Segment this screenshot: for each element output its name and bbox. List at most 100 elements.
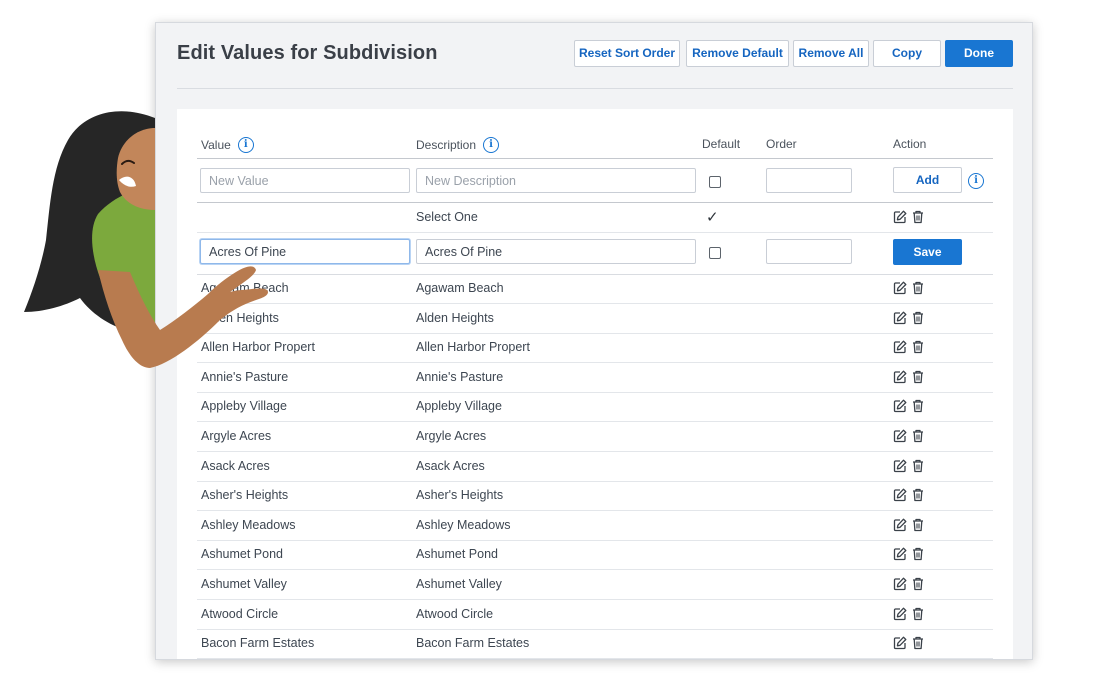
row-actions — [893, 370, 924, 384]
row-value: Agawam Beach — [201, 281, 289, 295]
trash-icon[interactable] — [912, 281, 924, 295]
row-actions — [893, 210, 924, 224]
column-header-order-label: Order — [766, 137, 797, 151]
row-actions — [893, 518, 924, 532]
column-header-default-label: Default — [702, 137, 741, 151]
trash-icon[interactable] — [912, 459, 924, 473]
row-description: Annie's Pasture — [416, 369, 504, 384]
edit-value-input[interactable] — [200, 239, 410, 264]
eye — [121, 159, 135, 165]
trash-icon[interactable] — [912, 399, 924, 413]
row-description: Alden Heights — [416, 310, 494, 325]
new-description-input[interactable] — [416, 168, 696, 193]
smile — [119, 176, 136, 187]
remove-all-button[interactable]: Remove All — [793, 40, 869, 67]
edit-icon[interactable] — [893, 518, 907, 532]
trash-icon[interactable] — [912, 577, 924, 591]
trash-icon[interactable] — [912, 488, 924, 502]
edit-icon[interactable] — [893, 340, 907, 354]
trash-icon[interactable] — [912, 518, 924, 532]
trash-icon[interactable] — [912, 636, 924, 650]
table-row: Argyle Acres Argyle Acres — [197, 422, 993, 452]
edit-icon[interactable] — [893, 577, 907, 591]
edit-default-checkbox[interactable] — [709, 247, 721, 259]
row-description: Argyle Acres — [416, 429, 487, 443]
add-button[interactable]: Add — [893, 167, 962, 193]
edit-icon[interactable] — [893, 488, 907, 502]
edit-icon[interactable] — [893, 210, 907, 224]
trash-icon[interactable] — [912, 429, 924, 443]
row-description: Ashumet Pond — [416, 547, 498, 562]
row-value: Ashumet Valley — [201, 577, 287, 591]
row-actions — [893, 577, 924, 591]
edit-icon[interactable] — [893, 370, 907, 384]
row-value: Appleby Village — [201, 399, 287, 414]
row-description: Allen Harbor Propert — [416, 340, 530, 355]
trash-icon[interactable] — [912, 547, 924, 561]
column-header-action-label: Action — [893, 137, 927, 151]
edit-order-input[interactable] — [766, 239, 852, 264]
row-value: Allen Harbor Propert — [201, 340, 315, 355]
row-description: Select One — [416, 210, 478, 224]
row-actions — [893, 488, 924, 502]
table-row: Atwood Circle Atwood Circle — [197, 600, 993, 630]
row-actions — [893, 429, 924, 443]
copy-button[interactable]: Copy — [873, 40, 941, 67]
edit-values-dialog: Edit Values for Subdivision Reset Sort O… — [155, 22, 1033, 660]
column-header-description-label: Description — [416, 138, 477, 152]
info-icon[interactable]: i — [237, 137, 254, 153]
edit-description-input[interactable] — [416, 239, 696, 264]
column-header-action: Action — [893, 137, 926, 151]
row-description: Asher's Heights — [416, 488, 504, 503]
edit-icon[interactable] — [893, 547, 907, 561]
row-description: Atwood Circle — [416, 606, 494, 621]
row-description: Ashumet Valley — [416, 577, 502, 591]
edit-icon[interactable] — [893, 636, 907, 650]
column-header-default: Default — [702, 137, 740, 151]
info-icon[interactable]: i — [968, 173, 984, 189]
row-description: Ashley Meadows — [416, 517, 511, 532]
shirt — [92, 186, 155, 326]
reset-sort-order-button[interactable]: Reset Sort Order — [574, 40, 680, 67]
trash-icon[interactable] — [912, 370, 924, 384]
row-value: Annie's Pasture — [201, 369, 289, 384]
dialog-title: Edit Values for Subdivision — [177, 42, 438, 64]
edit-icon[interactable] — [893, 281, 907, 295]
table-row: Ashumet Valley Ashumet Valley — [197, 570, 993, 600]
row-value: Asack Acres — [201, 458, 270, 473]
table-row: Appleby Village Appleby Village — [197, 392, 993, 423]
row-actions — [893, 636, 924, 650]
row-value: Asher's Heights — [201, 488, 289, 503]
row-description: Appleby Village — [416, 399, 502, 414]
column-header-value-label: Value — [201, 138, 231, 152]
new-default-checkbox[interactable] — [709, 176, 721, 188]
edit-icon[interactable] — [893, 459, 907, 473]
trash-icon[interactable] — [912, 340, 924, 354]
table-row: Bacon Farm Estates Bacon Farm Estates — [197, 629, 993, 659]
dialog-header: Edit Values for Subdivision Reset Sort O… — [156, 23, 1032, 89]
row-actions — [893, 547, 924, 561]
done-button[interactable]: Done — [945, 40, 1013, 67]
save-button[interactable]: Save — [893, 239, 962, 265]
new-value-input[interactable] — [200, 168, 410, 193]
row-value: Argyle Acres — [201, 429, 272, 443]
row-description: Agawam Beach — [416, 281, 504, 295]
edit-icon[interactable] — [893, 429, 907, 443]
row-value: Alden Heights — [201, 310, 279, 325]
row-actions — [893, 399, 924, 413]
info-icon[interactable]: i — [483, 137, 500, 153]
edit-icon[interactable] — [893, 607, 907, 621]
table-row: Alden Heights Alden Heights — [197, 304, 993, 334]
row-actions — [893, 340, 924, 354]
trash-icon[interactable] — [912, 607, 924, 621]
column-header-value: Value i — [201, 137, 254, 153]
row-description: Bacon Farm Estates — [416, 636, 530, 651]
new-order-input[interactable] — [766, 168, 852, 193]
trash-icon[interactable] — [912, 311, 924, 325]
trash-icon[interactable] — [912, 210, 924, 224]
remove-default-button[interactable]: Remove Default — [686, 40, 789, 67]
table-row: Annie's Pasture Annie's Pasture — [197, 363, 993, 393]
table-row: Ashumet Pond Ashumet Pond — [197, 540, 993, 571]
edit-icon[interactable] — [893, 311, 907, 325]
edit-icon[interactable] — [893, 399, 907, 413]
